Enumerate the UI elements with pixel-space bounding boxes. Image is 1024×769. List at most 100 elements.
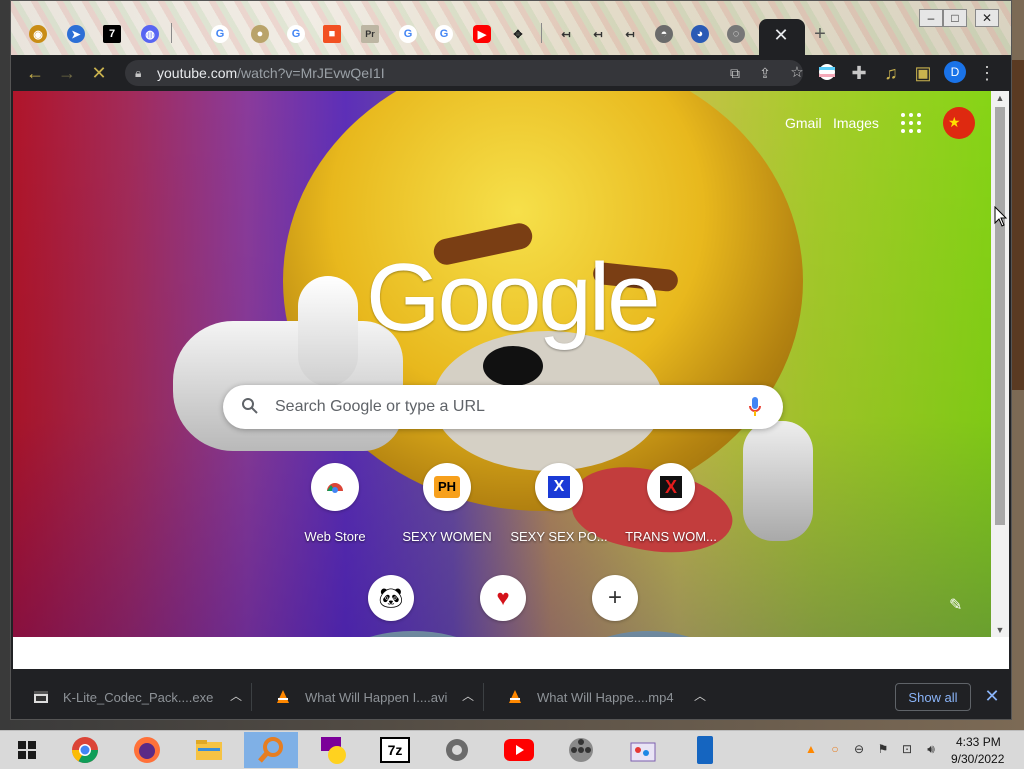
tab-seven-icon[interactable]: 7 [103,25,121,43]
tab-google-icon[interactable]: G [211,25,229,43]
download-item[interactable]: K-Lite_Codec_Pack....exe ︿ [21,673,243,719]
background-art [298,276,358,386]
installer-icon [34,691,48,703]
menu-kebab-icon[interactable]: ⋮ [977,63,997,83]
tab-blank-icon[interactable]: ● [251,25,269,43]
scroll-up-arrow-icon[interactable]: ▲ [991,93,1009,103]
show-all-downloads-button[interactable]: Show all [895,683,971,711]
chevron-up-icon[interactable]: ︿ [229,689,243,703]
url-text[interactable]: youtube.com/watch?v=MrJEvwQeI1I [157,65,385,81]
close-download-shelf-icon[interactable]: ✕ [983,687,1001,705]
taskbar-file-explorer[interactable] [182,732,236,768]
extensions-puzzle-icon[interactable]: ✚ [849,63,869,83]
chevron-up-icon[interactable]: ︿ [461,689,475,703]
tab-google-icon[interactable]: G [287,25,305,43]
x-blue-icon: X [535,463,583,511]
download-item[interactable]: What Will Happen I....avi ︿ [263,673,483,719]
windows-logo-icon [18,741,36,759]
lock-icon[interactable]: 🔒︎ [135,65,151,81]
shortcut-heart[interactable]: ♥ [453,575,553,621]
microphone-icon[interactable] [747,395,763,419]
new-tab-icon[interactable]: + [811,24,829,44]
network-tray-icon[interactable]: ⊡ [900,742,914,756]
taskbar-yahoo-messenger[interactable] [306,732,360,768]
flag-extension-icon[interactable] [817,63,837,83]
search-tray-icon[interactable]: ○ [828,742,842,756]
x-icon-text: X [660,476,682,498]
scrollbar-thumb[interactable] [995,107,1005,525]
tab-microsoft-icon[interactable]: ■ [323,25,341,43]
share-icon[interactable]: ⇪ [755,63,775,83]
shortcut-label: SEXY WOMEN [402,529,492,544]
tab-close-icon[interactable]: ✕ [771,25,791,45]
side-panel-icon[interactable]: ▣ [913,63,933,83]
profile-avatar[interactable]: D [944,61,966,83]
tab-youtube-icon[interactable]: ▶ [473,25,491,43]
forward-icon[interactable]: → [57,63,77,83]
customize-pencil-icon[interactable]: ✎ [949,595,962,615]
open-in-window-icon[interactable]: ⧉ [725,63,745,83]
download-item[interactable]: What Will Happe....mp4 ︿ [495,673,715,719]
search-box[interactable]: Search Google or type a URL [223,385,783,429]
stop-loading-icon[interactable]: ✕ [89,63,109,83]
youtube-icon [504,739,534,761]
shortcut-panda[interactable]: 🐼︎ [341,575,441,621]
vlc-tray-icon[interactable]: ▲ [804,742,818,756]
taskbar-7zip[interactable]: 7z [368,732,422,768]
tab-google-icon[interactable]: G [435,25,453,43]
shortcut-web-store[interactable]: Web Store [285,463,385,544]
bookmark-star-icon[interactable]: ☆ [787,63,807,83]
media-queue-icon[interactable]: ♫ [881,63,901,83]
address-bar[interactable]: 🔒︎ youtube.com/watch?v=MrJEvwQeI1I ⧉ ⇪ ☆ [125,60,804,86]
clock-time[interactable]: 4:33 PM [956,735,1001,749]
tab-move-icon[interactable]: ✥ [509,25,527,43]
taskbar-youtube[interactable] [492,732,546,768]
google-apps-icon[interactable] [901,113,921,133]
search-input[interactable]: Search Google or type a URL [275,398,485,416]
back-icon[interactable]: ← [25,63,45,83]
tab-cat-icon[interactable]: ◓ [655,25,673,43]
tab-telegram-icon[interactable]: ➤ [67,25,85,43]
scroll-down-arrow-icon[interactable]: ▼ [991,625,1009,635]
tab-google-icon[interactable]: G [399,25,417,43]
tab-discord-icon[interactable]: ◍ [141,25,159,43]
taskbar-firefox[interactable] [120,732,174,768]
add-shortcut-button[interactable]: + [565,575,665,621]
shortcut-sexy-women[interactable]: PH SEXY WOMEN [397,463,497,544]
page-scrollbar[interactable]: ▲ ▼ [991,91,1009,637]
tab-arrow-icon[interactable]: ↤ [557,25,575,43]
tab-loading-icon[interactable]: ◌ [727,25,745,43]
taskbar-settings-app[interactable] [430,732,484,768]
background-art [743,421,813,541]
start-button[interactable] [0,732,54,768]
taskbar-chrome[interactable] [58,732,112,768]
close-window-button[interactable]: ✕ [975,9,999,27]
taskbar-media-player[interactable] [554,732,608,768]
chrome-icon [71,737,99,764]
ph-icon: PH [423,463,471,511]
windows-taskbar: 7z ▲ ○ ⊖ ⚑ ⊡ 🔊︎ 4:33 PM 9/30/2022 [0,730,1024,769]
taskbar-paint-app[interactable] [616,732,670,768]
images-link[interactable]: Images [833,115,879,131]
clock-date[interactable]: 9/30/2022 [951,752,1004,766]
flag-tray-icon[interactable]: ⚑ [876,742,890,756]
page-bottom-area [13,637,1009,669]
google-account-avatar[interactable]: ★ [943,107,975,139]
volume-tray-icon[interactable]: 🔊︎ [924,742,938,756]
shortcut-sexy-sex-po[interactable]: X SEXY SEX PO... [509,463,609,544]
maximize-button[interactable]: □ [943,9,967,27]
gmail-link[interactable]: Gmail [785,115,822,131]
tab-favicon-icon[interactable]: ◉ [29,25,47,43]
taskbar-search-app[interactable] [244,732,298,768]
tab-arrow-icon[interactable]: ↤ [589,25,607,43]
minimize-button[interactable]: – [919,9,943,27]
tab-globe-icon[interactable]: ◕ [691,25,709,43]
chevron-up-icon[interactable]: ︿ [693,689,707,703]
shortcut-trans-wom[interactable]: X TRANS WOM... [621,463,721,544]
shortcut-label: SEXY SEX PO... [510,529,608,544]
tab-arrow-icon[interactable]: ↤ [621,25,639,43]
minus-tray-icon[interactable]: ⊖ [852,742,866,756]
tab-priv-icon[interactable]: Pr [361,25,379,43]
taskbar-app-blue[interactable] [678,732,732,768]
url-host: youtube.com [157,65,238,81]
